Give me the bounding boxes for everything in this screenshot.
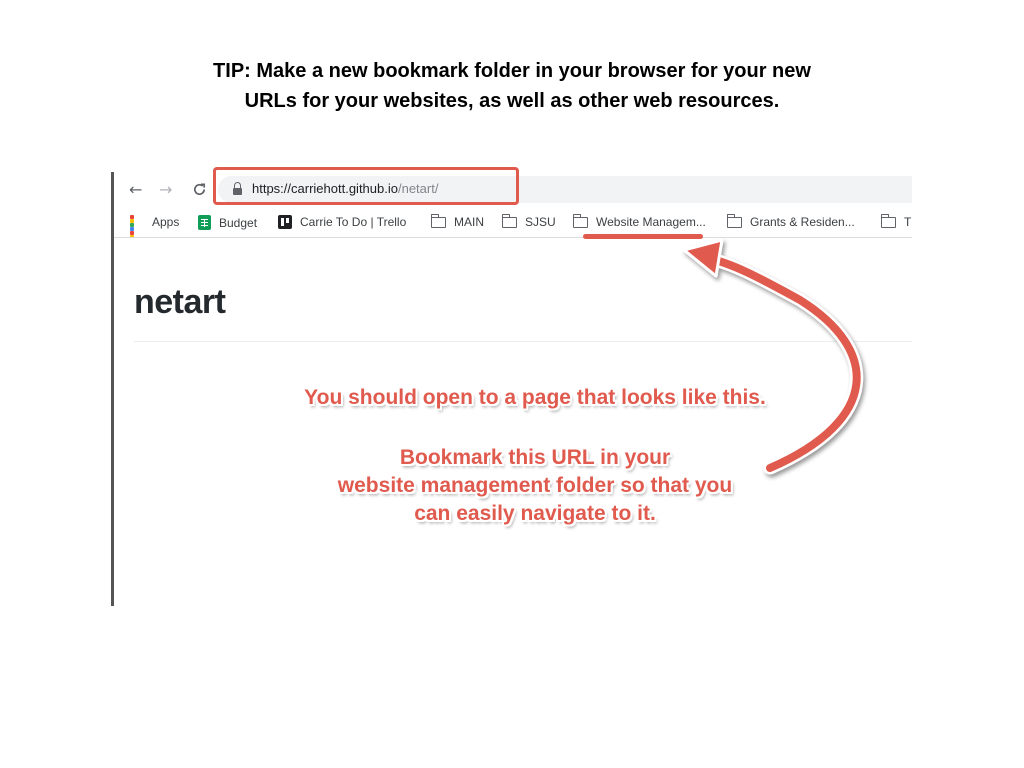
folder-icon <box>430 214 446 228</box>
trello-icon <box>278 215 292 229</box>
bookmark-label: Grants & Residen... <box>750 215 855 229</box>
bookmark-label: Apps <box>152 215 180 229</box>
bookmark-folder-website-management[interactable]: Website Managem... <box>572 214 706 229</box>
bookmark-underline-highlight <box>583 234 703 239</box>
tip-line-1: TIP: Make a new bookmark folder in your … <box>213 60 811 82</box>
url-highlight-box <box>213 167 519 205</box>
folder-icon <box>572 214 588 228</box>
bookmark-folder-sjsu[interactable]: SJSU <box>501 214 556 229</box>
sheets-icon <box>198 215 211 230</box>
bookmark-folder-grants[interactable]: Grants & Residen... <box>726 214 855 229</box>
back-arrow-icon[interactable]: ← <box>129 180 142 199</box>
bookmark-apps[interactable]: Apps <box>130 215 180 237</box>
callout-bookmark-instructions: Bookmark this URL in your website manage… <box>0 444 1024 528</box>
bookmark-folder-t[interactable]: T <box>880 214 912 229</box>
bookmark-budget[interactable]: Budget <box>198 215 257 230</box>
bookmarks-bar: Apps Budget Carrie To Do | Trello MAIN S… <box>114 209 912 238</box>
folder-icon <box>501 214 517 228</box>
bookmark-label: Website Managem... <box>596 215 706 229</box>
folder-icon <box>880 214 896 228</box>
bookmark-folder-main[interactable]: MAIN <box>430 214 484 229</box>
bookmark-label: MAIN <box>454 215 484 229</box>
page-title: netart <box>134 283 226 321</box>
forward-arrow-icon[interactable]: → <box>159 180 172 199</box>
tip-heading: TIP: Make a new bookmark folder in your … <box>0 56 1024 116</box>
callout-line: website management folder so that you <box>337 474 733 497</box>
callout-line: can easily navigate to it. <box>414 502 656 525</box>
callout-line: Bookmark this URL in your <box>399 446 671 469</box>
bookmark-trello[interactable]: Carrie To Do | Trello <box>278 215 406 229</box>
tip-line-2: URLs for your websites, as well as other… <box>244 90 780 112</box>
title-divider <box>134 341 912 342</box>
bookmark-label: Budget <box>219 215 258 230</box>
reload-icon[interactable] <box>192 180 207 201</box>
bookmark-label: SJSU <box>525 215 556 229</box>
apps-grid-icon <box>130 215 144 237</box>
folder-icon <box>726 214 742 228</box>
bookmark-label: Carrie To Do | Trello <box>300 215 407 229</box>
bookmark-label: T <box>904 215 912 229</box>
callout-open-page: You should open to a page that looks lik… <box>304 386 766 409</box>
